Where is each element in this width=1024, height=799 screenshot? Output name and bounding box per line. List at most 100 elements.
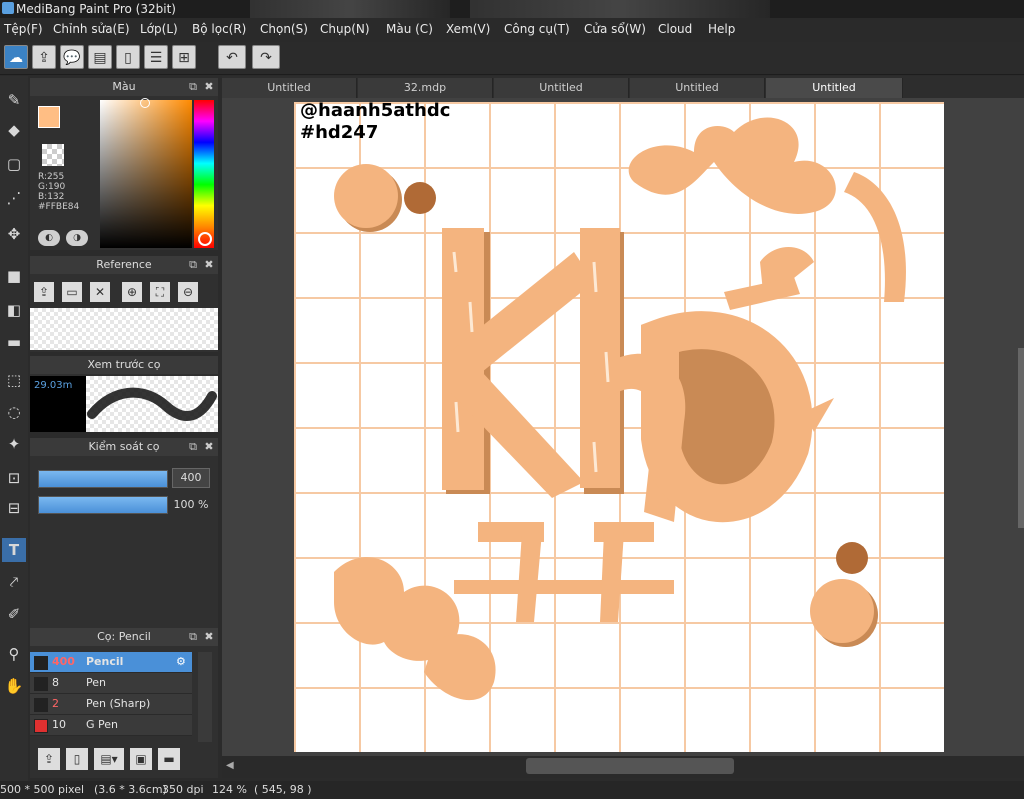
list-item[interactable]: 2 Pen (Sharp) xyxy=(30,694,192,715)
page-icon[interactable]: ▯ xyxy=(116,45,140,69)
saturation-value-picker[interactable] xyxy=(100,100,192,248)
close-icon[interactable]: ✖ xyxy=(202,438,216,456)
list-item[interactable]: 10 G Pen xyxy=(30,715,192,736)
select-pen-tool-icon[interactable]: ⊡ xyxy=(2,466,26,490)
brush-size-value[interactable]: 400 xyxy=(172,468,210,488)
add-palette-icon[interactable]: ◑ xyxy=(66,230,88,246)
horizontal-scrollbar-thumb[interactable] xyxy=(526,758,734,774)
tab-untitled-3[interactable]: Untitled xyxy=(630,78,765,98)
close-icon[interactable]: ✖ xyxy=(202,78,216,96)
brush-folder-icon[interactable]: ▬ xyxy=(158,748,180,770)
cloud-brush-icon[interactable]: ⇪ xyxy=(38,748,60,770)
status-zoom: 124 % xyxy=(212,783,247,796)
folder-icon[interactable]: ▭ xyxy=(62,282,82,302)
page-list-icon[interactable]: ☰ xyxy=(144,45,168,69)
lasso-tool-icon[interactable]: ◌ xyxy=(2,400,26,424)
select-eraser-tool-icon[interactable]: ⊟ xyxy=(2,496,26,520)
brush-size: 2 xyxy=(52,697,59,710)
red-value: R:255 xyxy=(38,172,65,182)
new-brush-icon[interactable]: ▯ xyxy=(66,748,88,770)
text-tool-icon[interactable]: T xyxy=(2,538,26,562)
menu-cloud[interactable]: Cloud xyxy=(658,22,692,36)
tab-untitled-2[interactable]: Untitled xyxy=(494,78,629,98)
artwork xyxy=(294,102,944,752)
vertical-scrollbar[interactable] xyxy=(1018,348,1024,528)
operation-tool-icon[interactable]: ⤤ xyxy=(2,570,26,594)
gear-icon[interactable]: ⚙ xyxy=(176,652,186,672)
menu-filter[interactable]: Bộ lọc(R) xyxy=(192,22,246,36)
float-icon[interactable]: ⧉ xyxy=(186,628,200,646)
menu-file[interactable]: Tệp(F) xyxy=(4,22,43,36)
float-icon[interactable]: ⧉ xyxy=(186,256,200,274)
drawing-canvas[interactable]: @haanh5athdc #hd247 xyxy=(294,102,944,752)
picker-cursor[interactable] xyxy=(140,98,150,108)
brush-name: G Pen xyxy=(86,718,119,731)
undo-icon[interactable]: ↶ xyxy=(218,45,246,69)
eraser-tool-icon[interactable]: ◆ xyxy=(2,118,26,142)
brush-name: Pencil xyxy=(86,655,124,668)
color-panel-header: Màu ⧉ ✖ xyxy=(30,78,218,96)
close-icon[interactable]: ✖ xyxy=(202,256,216,274)
scroll-left-icon[interactable]: ◀ xyxy=(226,760,236,774)
menu-select[interactable]: Chọn(S) xyxy=(260,22,308,36)
menu-view[interactable]: Xem(V) xyxy=(446,22,490,36)
brush-size-fill xyxy=(39,471,167,487)
comment-icon[interactable]: 💬 xyxy=(60,45,84,69)
close-icon[interactable]: ✖ xyxy=(202,628,216,646)
brush-list-scrollbar[interactable] xyxy=(198,652,212,742)
hex-value: #FFBE84 xyxy=(38,202,80,212)
export-icon[interactable]: ⇪ xyxy=(32,45,56,69)
palette-icon[interactable]: ◐ xyxy=(38,230,60,246)
hue-slider[interactable] xyxy=(194,100,214,248)
select-tool-icon[interactable]: ⬚ xyxy=(2,368,26,392)
divide-tool-icon[interactable]: ✐ xyxy=(2,602,26,626)
zoom-out-icon[interactable]: ⊖ xyxy=(178,282,198,302)
tab-32-mdp[interactable]: 32.mdp xyxy=(358,78,493,98)
transparent-swatch[interactable] xyxy=(42,144,64,166)
brush-size-slider[interactable] xyxy=(38,470,168,488)
menu-help[interactable]: Help xyxy=(708,22,735,36)
float-icon[interactable]: ⧉ xyxy=(186,438,200,456)
reference-view[interactable] xyxy=(30,308,218,350)
cloud-icon[interactable]: ☁ xyxy=(4,45,28,69)
rectangle-tool-icon[interactable]: ▢ xyxy=(2,152,26,176)
tab-untitled-1[interactable]: Untitled xyxy=(222,78,357,98)
list-item[interactable]: 8 Pen xyxy=(30,673,192,694)
brush-color-swatch xyxy=(34,698,48,712)
brush-control-header: Kiểm soát cọ ⧉ ✖ xyxy=(30,438,218,456)
float-icon[interactable]: ⧉ xyxy=(186,78,200,96)
brush-settings-icon[interactable]: ▣ xyxy=(130,748,152,770)
menu-color[interactable]: Màu (C) xyxy=(386,22,433,36)
tab-untitled-active[interactable]: Untitled xyxy=(766,78,903,98)
hue-cursor[interactable] xyxy=(198,232,212,246)
remove-icon[interactable]: ✕ xyxy=(90,282,110,302)
grid-plus-icon[interactable]: ⊞ xyxy=(172,45,196,69)
magic-wand-tool-icon[interactable]: ✦ xyxy=(2,432,26,456)
menu-edit[interactable]: Chỉnh sửa(E) xyxy=(53,22,130,36)
bucket-tool-icon[interactable]: ◧ xyxy=(2,298,26,322)
watermark-line-1: @haanh5athdc xyxy=(300,102,451,121)
brush-size: 10 xyxy=(52,718,66,731)
dot-tool-icon[interactable]: ⋰ xyxy=(2,186,26,210)
upload-icon[interactable]: ⇪ xyxy=(34,282,54,302)
move-tool-icon[interactable]: ✥ xyxy=(2,222,26,246)
zoom-in-icon[interactable]: ⊕ xyxy=(122,282,142,302)
document-tabs: Untitled 32.mdp Untitled Untitled Untitl… xyxy=(222,76,1024,98)
comment-list-icon[interactable]: ▤ xyxy=(88,45,112,69)
brush-menu-icon[interactable]: ▤▾ xyxy=(94,748,124,770)
fill-rect-tool-icon[interactable]: ■ xyxy=(2,264,26,288)
hand-tool-icon[interactable]: ✋ xyxy=(2,674,26,698)
reference-panel-title: Reference xyxy=(96,258,152,271)
eyedropper-tool-icon[interactable]: ⚲ xyxy=(2,642,26,666)
menu-snapshot[interactable]: Chụp(N) xyxy=(320,22,370,36)
brush-opacity-slider[interactable] xyxy=(38,496,168,514)
menu-tools[interactable]: Công cụ(T) xyxy=(504,22,570,36)
fit-icon[interactable]: ⛶ xyxy=(150,282,170,302)
foreground-color-swatch[interactable] xyxy=(38,106,60,128)
gradient-tool-icon[interactable]: ▬ xyxy=(2,330,26,354)
redo-icon[interactable]: ↷ xyxy=(252,45,280,69)
menu-window[interactable]: Cửa sổ(W) xyxy=(584,22,646,36)
menu-layer[interactable]: Lớp(L) xyxy=(140,22,178,36)
brush-tool-icon[interactable]: ✎ xyxy=(2,88,26,112)
list-item[interactable]: 400 Pencil ⚙ xyxy=(30,652,192,673)
